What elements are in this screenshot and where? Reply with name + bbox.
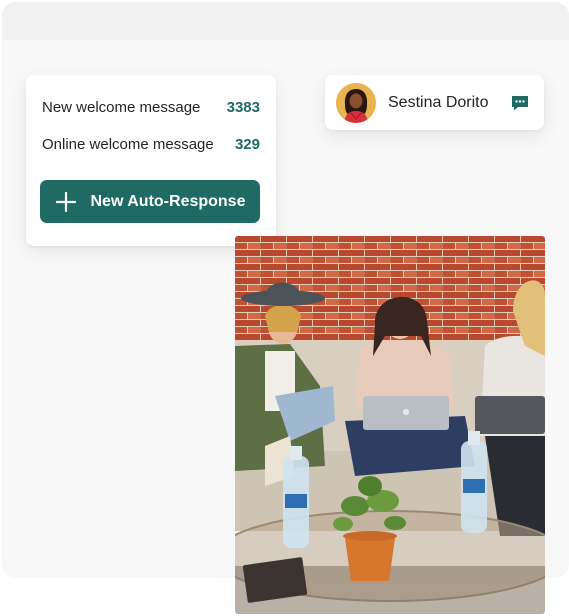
background-top-bar (2, 2, 569, 40)
auto-response-item[interactable]: New welcome message 3383 (42, 99, 260, 116)
auto-response-label: Online welcome message (42, 136, 214, 153)
contact-name: Sestina Dorito (388, 93, 489, 111)
plus-icon (55, 191, 76, 212)
auto-response-count: 3383 (226, 99, 260, 116)
new-auto-response-button[interactable]: New Auto-Response (40, 180, 260, 223)
auto-response-label: New welcome message (42, 99, 201, 116)
contact-card[interactable]: Sestina Dorito (325, 75, 544, 130)
auto-response-item[interactable]: Online welcome message 329 (42, 136, 260, 153)
team-photo (235, 236, 545, 614)
auto-response-count: 329 (234, 136, 260, 153)
auto-response-card: New welcome message 3383 Online welcome … (26, 75, 276, 246)
avatar (336, 82, 376, 123)
new-auto-response-label: New Auto-Response (90, 192, 246, 210)
chat-bubble-icon[interactable] (510, 93, 530, 113)
